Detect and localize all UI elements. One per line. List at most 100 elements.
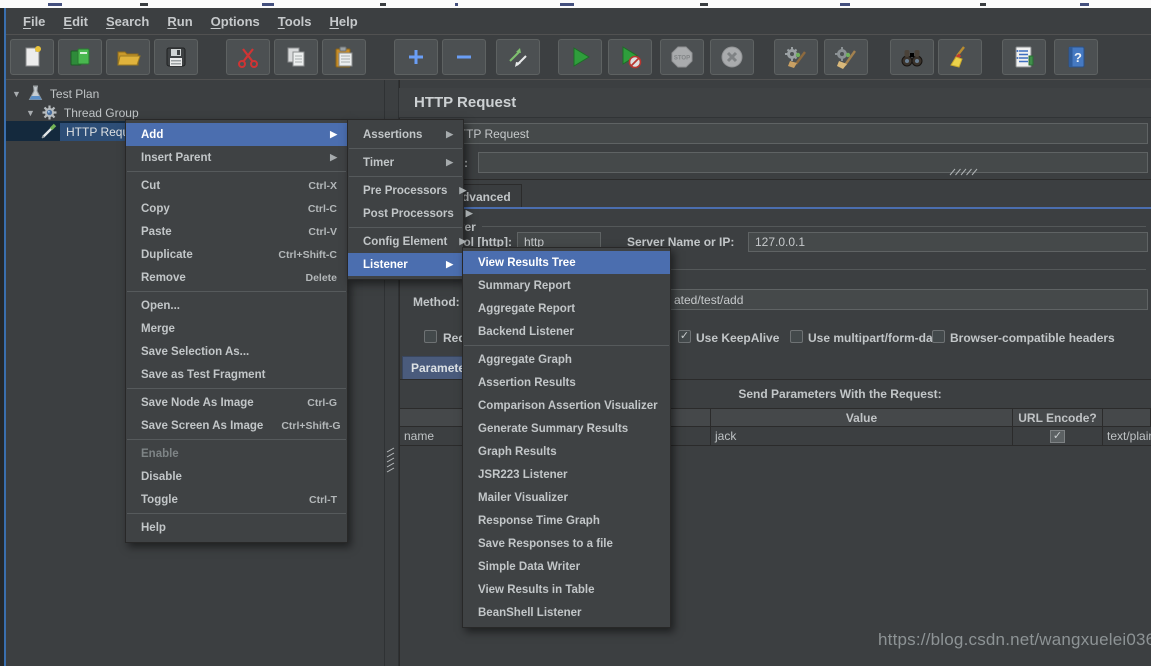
menu-item-view-results-in-table[interactable]: View Results in Table xyxy=(463,578,670,601)
start-no-pauses-button[interactable] xyxy=(608,39,652,75)
table-cell-content-type[interactable]: text/plain xyxy=(1102,427,1151,446)
use-keepalive-label: Use KeepAlive xyxy=(696,331,780,345)
menu-item-simple-data-writer[interactable]: Simple Data Writer xyxy=(463,555,670,578)
menu-item-graph-results[interactable]: Graph Results xyxy=(463,440,670,463)
help-button[interactable]: ? xyxy=(1054,39,1098,75)
table-cell-value[interactable]: jack xyxy=(710,427,1013,446)
shutdown-button[interactable] xyxy=(710,39,754,75)
menu-item-summary-report[interactable]: Summary Report xyxy=(463,274,670,297)
save-button[interactable] xyxy=(154,39,198,75)
table-header-url-encode[interactable]: URL Encode? xyxy=(1012,408,1103,427)
menu-separator xyxy=(349,227,462,228)
menu-item-aggregate-report[interactable]: Aggregate Report xyxy=(463,297,670,320)
start-button[interactable] xyxy=(558,39,602,75)
cut-scissors-icon xyxy=(238,48,258,68)
open-button[interactable] xyxy=(106,39,150,75)
templates-button[interactable] xyxy=(58,39,102,75)
menu-help[interactable]: Help xyxy=(320,10,366,33)
menu-item-save-screen-as-image[interactable]: Save Screen As Image Ctrl+Shift-G xyxy=(126,414,347,437)
menu-item-copy[interactable]: Copy Ctrl-C xyxy=(126,197,347,220)
menu-file[interactable]: File xyxy=(14,10,54,33)
use-multipart-checkbox[interactable] xyxy=(790,330,803,343)
clear-gear-broom-icon xyxy=(785,47,806,68)
menu-item-help[interactable]: Help xyxy=(126,516,347,539)
splitter-grip[interactable] xyxy=(386,447,396,473)
menu-run[interactable]: Run xyxy=(158,10,201,33)
menu-item-insert-parent[interactable]: Insert Parent ▶ xyxy=(126,146,347,169)
table-cell-url-encode[interactable]: ✓ xyxy=(1012,427,1103,446)
collapse-arrow-icon[interactable]: ▼ xyxy=(12,89,21,99)
tree-item-thread-group[interactable]: ▼ Thread Group xyxy=(26,103,139,122)
tree-item-test-plan[interactable]: ▼ Test Plan xyxy=(12,84,99,103)
context-menu: Add ▶ Insert Parent ▶ Cut Ctrl-X Copy Ctrl-C… xyxy=(125,119,348,543)
paste-button[interactable] xyxy=(322,39,366,75)
menu-item-save-responses-to-a-file[interactable]: Save Responses to a file xyxy=(463,532,670,555)
binoculars-icon xyxy=(901,50,923,67)
menu-item-jsr223-listener[interactable]: JSR223 Listener xyxy=(463,463,670,486)
http-request-sampler-icon xyxy=(41,123,57,139)
menu-item-generate-summary-results[interactable]: Generate Summary Results xyxy=(463,417,670,440)
menu-search[interactable]: Search xyxy=(97,10,158,33)
cut-button[interactable] xyxy=(226,39,270,75)
toggle-button[interactable] xyxy=(496,39,540,75)
toggle-arrows-icon xyxy=(509,48,527,67)
add-button[interactable] xyxy=(394,39,438,75)
clear-button[interactable] xyxy=(774,39,818,75)
menu-item-save-as-test-fragment[interactable]: Save as Test Fragment xyxy=(126,363,347,386)
search-reset-button[interactable] xyxy=(938,39,982,75)
menu-item-aggregate-graph[interactable]: Aggregate Graph xyxy=(463,348,670,371)
menu-item-comparison-assertion-visualizer[interactable]: Comparison Assertion Visualizer xyxy=(463,394,670,417)
browser-compatible-headers-checkbox[interactable] xyxy=(932,330,945,343)
top-artifact xyxy=(980,3,986,6)
menu-item-open[interactable]: Open... xyxy=(126,294,347,317)
browser-compatible-headers-label: Browser-compatible headers xyxy=(950,331,1115,345)
menu-item-duplicate[interactable]: Duplicate Ctrl+Shift-C xyxy=(126,243,347,266)
menu-options[interactable]: Options xyxy=(202,10,269,33)
url-encode-checkbox[interactable]: ✓ xyxy=(1050,429,1065,443)
menu-item-view-results-tree[interactable]: View Results Tree xyxy=(463,251,670,274)
menu-edit[interactable]: Edit xyxy=(54,10,97,33)
menu-item-response-time-graph[interactable]: Response Time Graph xyxy=(463,509,670,532)
menu-item-add[interactable]: Add ▶ xyxy=(126,123,347,146)
menu-tools[interactable]: Tools xyxy=(269,10,321,33)
menu-item-backend-listener[interactable]: Backend Listener xyxy=(463,320,670,343)
menu-item-post-processors[interactable]: Post Processors ▶ xyxy=(348,202,473,225)
menu-item-timer[interactable]: Timer ▶ xyxy=(348,151,463,174)
splitter-grip-horizontal[interactable] xyxy=(948,167,978,177)
menu-item-disable[interactable]: Disable xyxy=(126,465,347,488)
new-button[interactable] xyxy=(10,39,54,75)
menu-item-save-selection-as[interactable]: Save Selection As... xyxy=(126,340,347,363)
menu-item-cut[interactable]: Cut Ctrl-X xyxy=(126,174,347,197)
name-field[interactable]: HTTP Request xyxy=(443,123,1148,144)
menu-item-config-element[interactable]: Config Element ▶ xyxy=(348,230,466,253)
menu-item-assertions[interactable]: Assertions ▶ xyxy=(348,123,463,146)
use-keepalive-checkbox[interactable]: ✓ xyxy=(678,330,691,343)
function-helper-button[interactable] xyxy=(1002,39,1046,75)
menu-item-toggle[interactable]: Toggle Ctrl-T xyxy=(126,488,347,511)
menu-separator xyxy=(127,513,346,514)
thread-group-gear-icon xyxy=(42,105,57,120)
search-button[interactable] xyxy=(890,39,934,75)
menu-item-beanshell-listener[interactable]: BeanShell Listener xyxy=(463,601,670,624)
menu-item-paste[interactable]: Paste Ctrl-V xyxy=(126,220,347,243)
menu-item-save-node-as-image[interactable]: Save Node As Image Ctrl-G xyxy=(126,391,347,414)
subtract-button[interactable] xyxy=(442,39,486,75)
menu-item-enable[interactable]: Enable xyxy=(126,442,347,465)
table-header-value[interactable]: Value xyxy=(710,408,1013,427)
table-header-content-type[interactable] xyxy=(1102,408,1151,427)
comments-field[interactable] xyxy=(478,152,1148,173)
clear-all-button[interactable] xyxy=(824,39,868,75)
copy-button[interactable] xyxy=(274,39,318,75)
help-book-icon: ? xyxy=(1068,46,1085,68)
submenu-arrow-icon: ▶ xyxy=(459,185,467,195)
menu-item-assertion-results[interactable]: Assertion Results xyxy=(463,371,670,394)
collapse-arrow-icon[interactable]: ▼ xyxy=(26,108,35,118)
redirect-automatically-checkbox[interactable] xyxy=(424,330,437,343)
menu-item-remove[interactable]: Remove Delete xyxy=(126,266,347,289)
server-name-field[interactable]: 127.0.0.1 xyxy=(748,232,1148,252)
menu-item-mailer-visualizer[interactable]: Mailer Visualizer xyxy=(463,486,670,509)
stop-button[interactable]: STOP xyxy=(660,39,704,75)
menu-item-merge[interactable]: Merge xyxy=(126,317,347,340)
menu-item-listener[interactable]: Listener ▶ xyxy=(348,253,463,276)
menu-item-pre-processors[interactable]: Pre Processors ▶ xyxy=(348,179,467,202)
